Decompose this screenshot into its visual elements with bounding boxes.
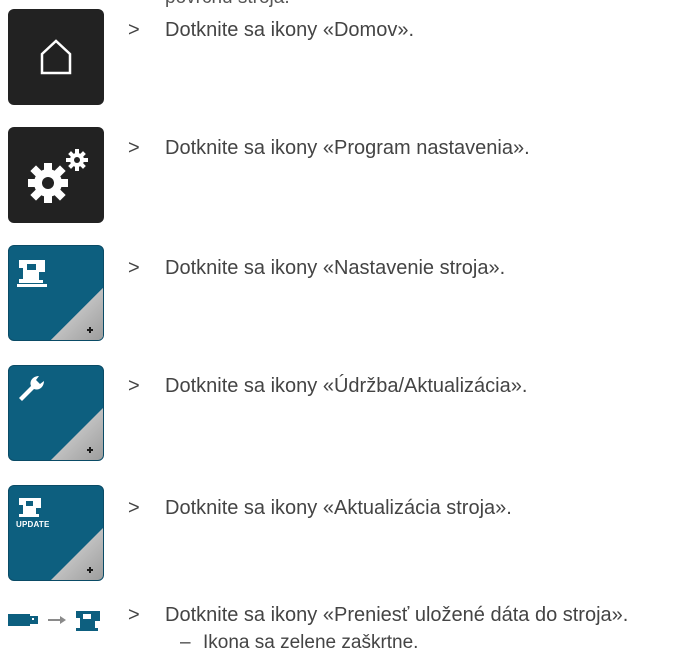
expand-corner-icon bbox=[51, 408, 103, 460]
step-instruction: Dotknite sa ikony «Nastavenie stroja». bbox=[165, 257, 506, 279]
step-instruction: Dotknite sa ikony «Program nastavenia». bbox=[165, 137, 530, 159]
home-button[interactable] bbox=[8, 9, 104, 105]
usb-to-machine-icon bbox=[8, 611, 100, 631]
step-instruction: Dotknite sa ikony «Aktualizácia stroja». bbox=[165, 497, 512, 519]
step-instruction: Dotknite sa ikony «Preniesť uložené dáta… bbox=[165, 604, 629, 626]
machine-settings-button[interactable] bbox=[8, 245, 104, 341]
setup-program-tile bbox=[8, 127, 104, 223]
maintenance-update-button[interactable] bbox=[8, 365, 104, 461]
home-icon bbox=[40, 39, 72, 75]
partial-previous-text: povrchu stroja. bbox=[165, 0, 290, 9]
setup-program-button[interactable] bbox=[8, 127, 104, 223]
maintenance-update-tile bbox=[8, 365, 104, 461]
expand-corner-icon bbox=[51, 288, 103, 340]
step-arrow: > bbox=[128, 497, 140, 519]
gears-icon bbox=[28, 149, 88, 203]
transfer-data-button[interactable] bbox=[8, 609, 108, 633]
step-arrow: > bbox=[128, 257, 140, 279]
home-tile bbox=[8, 9, 104, 105]
result-text: Ikona sa zelene zaškrtne. bbox=[203, 632, 419, 653]
step-arrow: > bbox=[128, 19, 140, 41]
step-instruction: Dotknite sa ikony «Domov». bbox=[165, 19, 415, 41]
machine-settings-tile bbox=[8, 245, 104, 341]
step-instruction: Dotknite sa ikony «Údržba/Aktualizácia». bbox=[165, 375, 528, 397]
machine-update-button[interactable]: UPDATE bbox=[8, 485, 104, 581]
expand-corner-icon bbox=[51, 528, 103, 580]
result-dash: – bbox=[180, 632, 191, 653]
step-arrow: > bbox=[128, 137, 140, 159]
step-arrow: > bbox=[128, 604, 140, 626]
machine-update-tile: UPDATE bbox=[8, 485, 104, 581]
step-arrow: > bbox=[128, 375, 140, 397]
